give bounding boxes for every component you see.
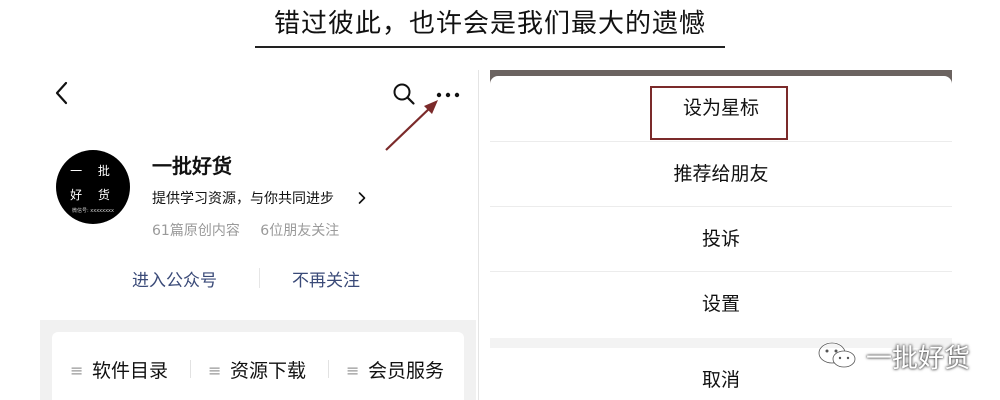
panel-divider — [478, 70, 479, 400]
friends-follow-count: 6位朋友关注 — [260, 223, 340, 239]
back-icon[interactable] — [52, 80, 72, 106]
unfollow-button[interactable]: 不再关注 — [292, 266, 360, 291]
menu-separator — [328, 360, 329, 378]
recommend-option[interactable]: 推荐给朋友 — [490, 141, 952, 206]
headline: 错过彼此，也许会是我们最大的遗憾 — [273, 9, 706, 39]
menu-item-software-catalog[interactable]: ≡ 软件目录 — [70, 356, 169, 382]
menu-item-label: 资源下载 — [230, 360, 307, 382]
chevron-right-icon[interactable] — [358, 191, 366, 205]
account-description[interactable]: 提供学习资源，与你共同进步 — [152, 188, 334, 208]
account-name: 一批好货 — [152, 154, 232, 178]
watermark-text: 一批好货 — [866, 344, 971, 374]
original-count: 61篇原创内容 — [152, 223, 240, 239]
avatar-text-middle: 好 货 — [70, 188, 116, 202]
menu-separator — [190, 360, 191, 378]
avatar[interactable]: 一 批 好 货 微信号: xxxxxxxx — [56, 150, 130, 224]
avatar-text-top: 一 批 — [70, 164, 116, 178]
wechat-icon — [818, 342, 856, 368]
account-stats: 61篇原创内容 6位朋友关注 — [152, 220, 355, 240]
menu-item-resource-download[interactable]: ≡ 资源下载 — [208, 356, 307, 382]
menu-icon: ≡ — [208, 361, 222, 380]
annotation-arrow — [385, 100, 438, 151]
menu-icon: ≡ — [346, 361, 360, 380]
action-separator — [259, 268, 260, 288]
avatar-text-bottom: 微信号: xxxxxxxx — [72, 208, 114, 214]
complain-option[interactable]: 投诉 — [490, 206, 952, 271]
settings-option[interactable]: 设置 — [490, 271, 952, 336]
menu-icon: ≡ — [70, 361, 84, 380]
enter-account-button[interactable]: 进入公众号 — [132, 266, 217, 291]
menu-item-label: 软件目录 — [92, 360, 169, 382]
menu-item-member-service[interactable]: ≡ 会员服务 — [346, 356, 445, 382]
set-star-option[interactable]: 设为星标 — [490, 76, 952, 140]
headline-underline — [255, 46, 725, 48]
bottom-menu: ≡ 软件目录 ≡ 资源下载 ≡ 会员服务 — [52, 332, 464, 400]
menu-item-label: 会员服务 — [368, 360, 445, 382]
